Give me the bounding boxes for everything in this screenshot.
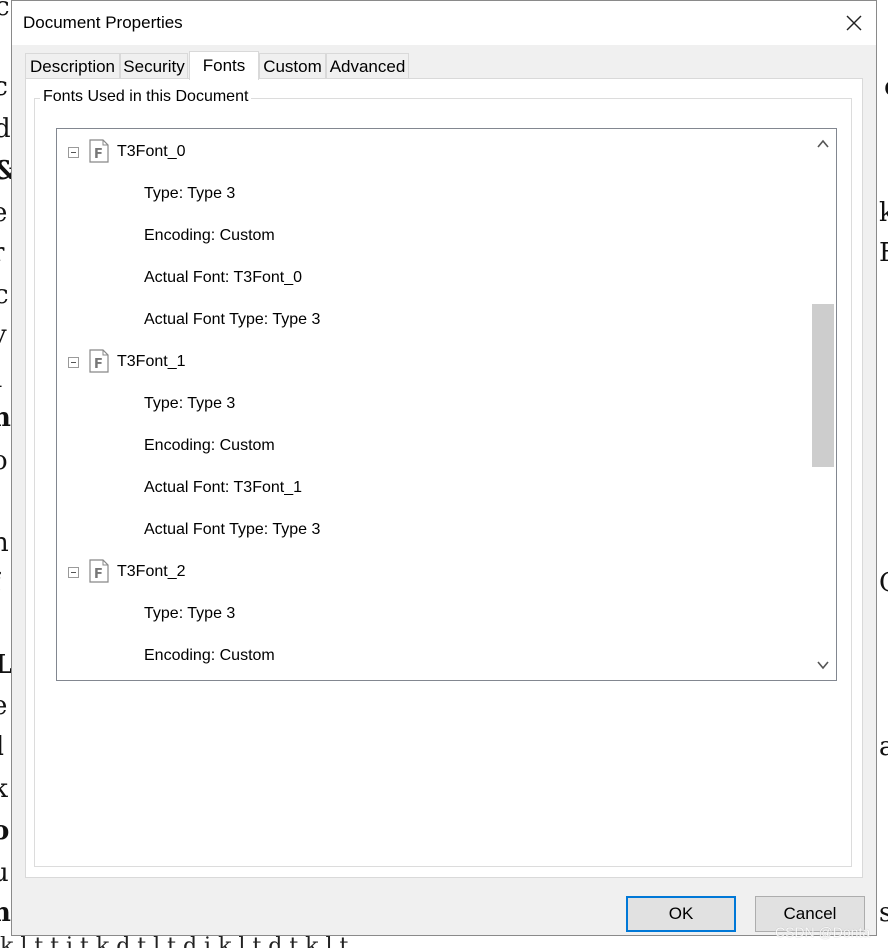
background-document-bottom: k l t t i t k d t l t d i k l t d t k l … (0, 936, 888, 948)
tab-advanced[interactable]: Advanced (326, 53, 409, 79)
scroll-thumb[interactable] (812, 304, 834, 467)
collapse-font-0-button[interactable] (68, 147, 79, 158)
chevron-up-icon (817, 139, 829, 148)
svg-text:F: F (94, 147, 103, 162)
document-properties-dialog: Document Properties Description Security… (11, 0, 877, 936)
font-detail-item: Actual Font: T3Font_0 (144, 269, 303, 286)
ok-button[interactable]: OK (626, 896, 736, 932)
font-node[interactable]: T3Font_2 (117, 560, 185, 584)
collapse-font-2-button[interactable] (68, 567, 79, 578)
font-detail-item: Actual Font Type: Type 3 (144, 311, 321, 328)
svg-text:F: F (94, 567, 103, 582)
close-icon (846, 15, 862, 31)
fonts-group-label: Fonts Used in this Document (40, 88, 252, 106)
font-detail-item: Encoding: Custom (144, 227, 275, 244)
tab-custom[interactable]: Custom (259, 53, 326, 79)
tab-fonts[interactable]: Fonts (189, 51, 259, 80)
font-file-icon: F (89, 139, 109, 163)
font-file-icon: F (89, 559, 109, 583)
scroll-down-button[interactable] (810, 650, 836, 680)
background-document-left: c c d & e r c v l n o n i L e l k o u n (0, 0, 11, 928)
font-node[interactable]: T3Font_0 (117, 140, 185, 164)
close-button[interactable] (838, 7, 870, 39)
watermark-text: CSDN @Donta (775, 924, 871, 940)
font-detail-item: Actual Font Type: Type 3 (144, 521, 321, 538)
font-detail-item: Encoding: Custom (144, 647, 275, 664)
font-detail-item: Actual Font: T3Font_1 (144, 479, 303, 496)
font-file-icon: F (89, 349, 109, 373)
vertical-scrollbar[interactable] (810, 129, 836, 680)
svg-text:F: F (94, 357, 103, 372)
scroll-up-button[interactable] (810, 129, 836, 159)
fonts-tree[interactable]: F T3Font_0 Type: Type 3 Encoding: Custom… (56, 128, 837, 681)
tab-security[interactable]: Security (120, 53, 188, 79)
font-node[interactable]: T3Font_1 (117, 350, 185, 374)
font-detail-item: Encoding: Custom (144, 437, 275, 454)
font-detail-item: Type: Type 3 (144, 395, 236, 412)
collapse-font-1-button[interactable] (68, 357, 79, 368)
fonts-tab-panel: Fonts Used in this Document F T3Font_0 T… (25, 78, 863, 878)
font-detail-item: Type: Type 3 (144, 605, 236, 622)
background-document-right: c k F C a si (879, 74, 888, 928)
tab-description[interactable]: Description (25, 53, 120, 79)
dialog-title: Document Properties (23, 13, 183, 32)
chevron-down-icon (817, 661, 829, 670)
fonts-group: Fonts Used in this Document F T3Font_0 T… (34, 88, 852, 867)
font-detail-item: Type: Type 3 (144, 185, 236, 202)
title-bar: Document Properties (12, 1, 876, 45)
